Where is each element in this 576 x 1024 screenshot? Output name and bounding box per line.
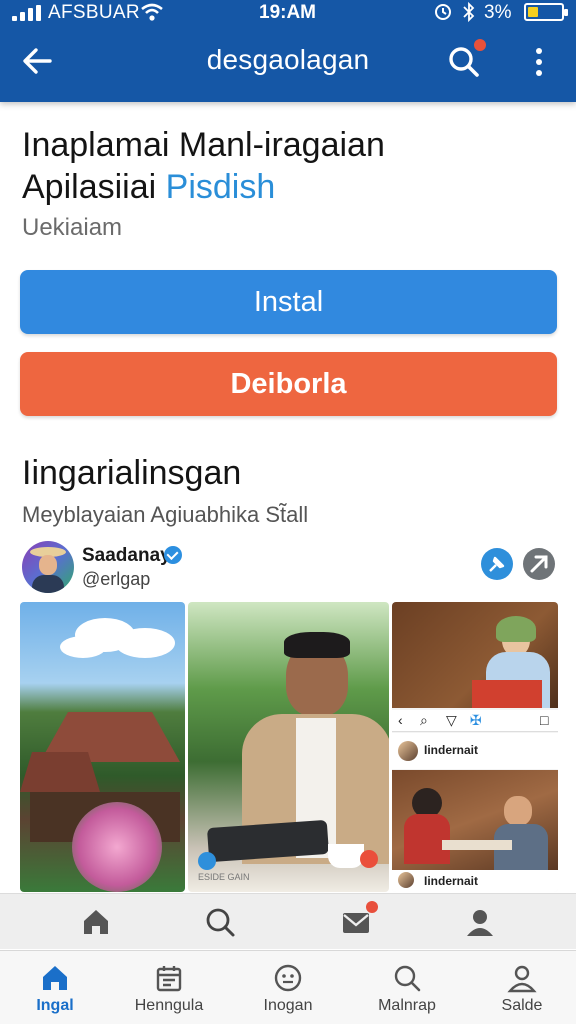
tab-malnrap[interactable]: Malnrap: [357, 951, 457, 1024]
share-button[interactable]: [523, 548, 555, 580]
nested-post: Iindernait: [392, 733, 558, 769]
collage-toolbar: ‹ ⌕ ▽ ✠ □: [392, 710, 558, 732]
headline-line-1: Inaplamai Manl-iragaian: [22, 126, 385, 164]
search-icon: [394, 965, 421, 992]
status-bar: AFSBUAR 19:AM 3%: [0, 0, 576, 26]
post-photo-village[interactable]: [20, 602, 185, 892]
search-icon[interactable]: [204, 906, 236, 938]
photo-caption: ESIDE GAIN: [198, 872, 250, 882]
post-user-handle: @erlgap: [82, 569, 151, 589]
headline-accent: Pisdish: [165, 168, 276, 206]
headline-line-2: Apilasiiai Pisdish: [22, 166, 542, 208]
tab-salde[interactable]: Salde: [472, 951, 572, 1024]
nested-post-2: Iindernait: [392, 870, 558, 892]
bottom-tab-bar: Ingal Henngula Inogan Malnrap Salde: [0, 950, 576, 1024]
tab-label: Salde: [501, 997, 543, 1014]
install-button[interactable]: Instal: [20, 270, 557, 334]
nested-post-name-2: Iindernait: [424, 874, 479, 888]
secondary-action-button[interactable]: Deiborla: [20, 352, 557, 416]
tab-inogan[interactable]: Inogan: [238, 951, 338, 1024]
pin-button[interactable]: [481, 548, 513, 580]
post-user-name[interactable]: Saadanay: [82, 545, 171, 567]
signal-icon: [12, 5, 44, 21]
section-subtitle: Meyblayaian Agiuabhika St̃all: [22, 502, 309, 527]
tab-label: Malnrap: [378, 997, 436, 1014]
pin-icon: [489, 556, 505, 572]
home-icon: [43, 966, 67, 990]
carrier-name: AFSBUAR: [48, 2, 140, 23]
app-subtitle: Uekiaiam: [22, 214, 123, 241]
battery-icon: [524, 3, 568, 21]
app-headline: Inaplamai Manl-iragaian Apilasiiai Pisdi…: [22, 124, 542, 208]
mail-badge: [366, 901, 378, 913]
page-title: desgaolagan: [206, 44, 370, 75]
app-header: AFSBUAR 19:AM 3% desgaolagan: [0, 0, 576, 102]
person-icon[interactable]: [464, 906, 496, 938]
alarm-icon: [435, 4, 451, 20]
battery-percent: 3%: [484, 2, 512, 23]
tab-henngula[interactable]: Henngula: [119, 951, 219, 1024]
battery-level: [528, 7, 538, 17]
post-photo-collage[interactable]: ‹ ⌕ ▽ ✠ □ Iindernait Iindernait: [392, 602, 558, 892]
tab-label: Inogan: [263, 997, 313, 1014]
tab-label: Ingal: [36, 997, 74, 1014]
post-photo-man[interactable]: ESIDE GAIN: [188, 602, 389, 892]
bluetooth-icon: [463, 1, 475, 23]
avatar[interactable]: [22, 541, 74, 593]
section-title: Iingarialinsgan: [22, 454, 242, 492]
action-toolbar: [0, 893, 576, 949]
person-icon: [507, 965, 537, 993]
collage-top-image: [392, 602, 558, 708]
collage-bottom-image: [392, 770, 558, 870]
tab-label: Henngula: [134, 997, 204, 1014]
home-icon[interactable]: [80, 906, 112, 938]
headline-text: Apilasiiai: [22, 168, 157, 206]
wifi-icon: [141, 3, 163, 21]
nested-post-name: Iindernait: [424, 743, 479, 757]
tab-ingal[interactable]: Ingal: [5, 951, 105, 1024]
notification-badge: [472, 37, 488, 53]
share-arrow-icon: [530, 555, 548, 573]
verified-icon: [164, 546, 182, 564]
more-vertical-icon[interactable]: [528, 44, 550, 80]
calendar-icon: [156, 966, 182, 992]
status-time: 19:AM: [259, 2, 317, 23]
face-icon: [274, 964, 302, 992]
